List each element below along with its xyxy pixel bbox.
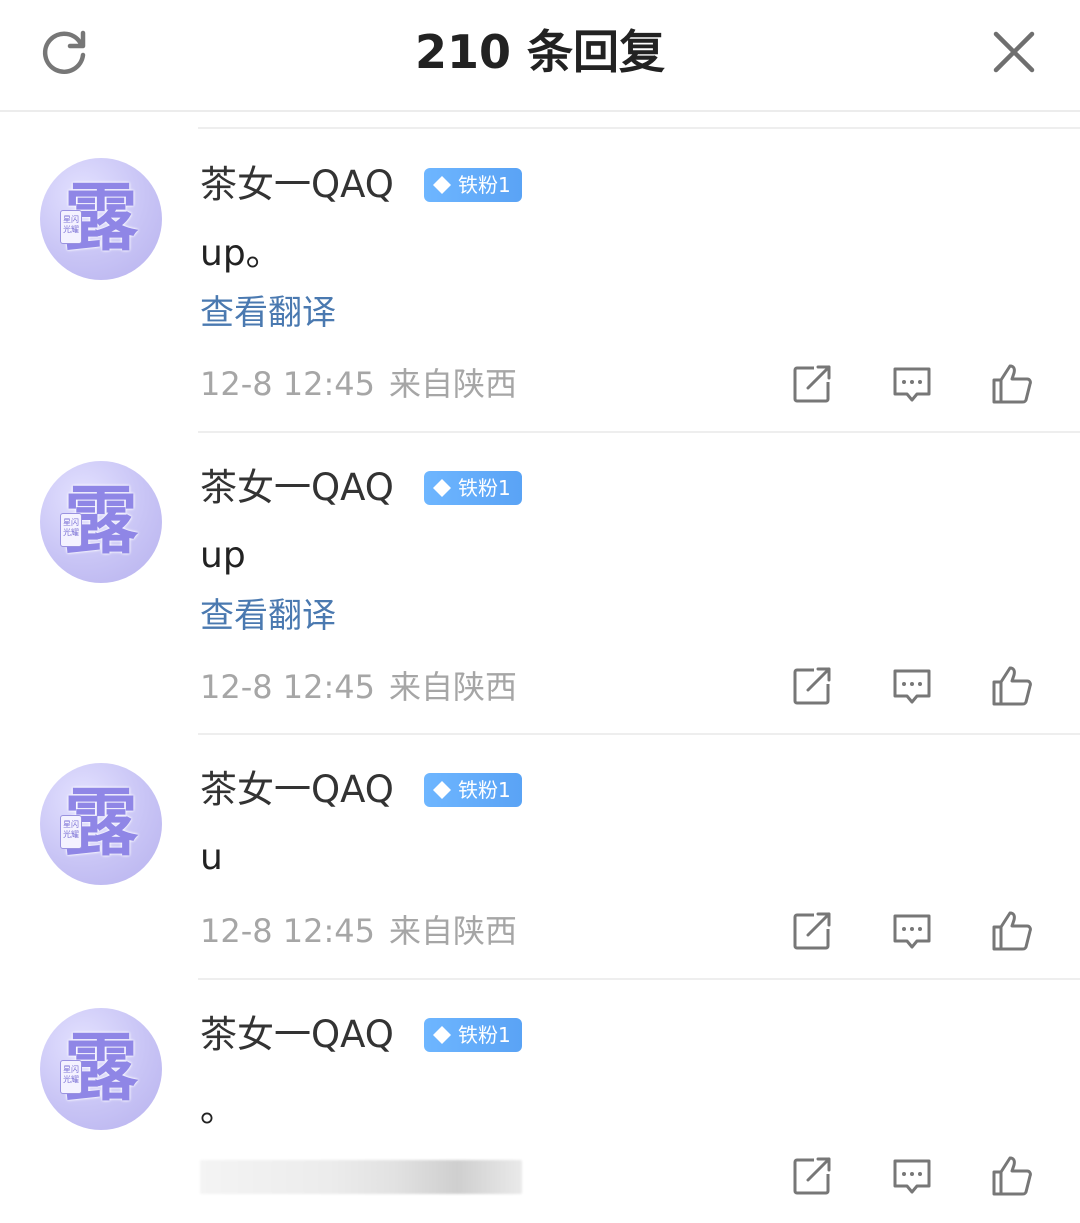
timestamp: 12-8 12:45 — [200, 912, 376, 950]
avatar[interactable]: 露 星闪光耀 — [40, 1008, 162, 1130]
timestamp: 12-8 12:45 — [200, 668, 376, 706]
avatar-tag: 星闪光耀 — [60, 815, 82, 849]
divider — [198, 127, 1080, 129]
close-icon[interactable] — [988, 26, 1040, 78]
comment-icon[interactable] — [890, 909, 934, 953]
diamond-icon — [433, 479, 451, 497]
badge-label: 铁粉1 — [458, 476, 511, 500]
diamond-icon — [433, 1026, 451, 1044]
reply-text: u — [200, 837, 223, 878]
comment-icon[interactable] — [890, 1154, 934, 1198]
thumbs-up-icon[interactable] — [990, 664, 1034, 708]
reply-meta: 12-8 12:45 来自陕西 — [200, 364, 517, 404]
diamond-icon — [433, 176, 451, 194]
view-translation-link[interactable]: 查看翻译 — [200, 595, 336, 637]
location: 来自陕西 — [389, 668, 518, 706]
thumbs-up-icon[interactable] — [990, 1154, 1034, 1198]
divider — [198, 431, 1080, 433]
comment-icon[interactable] — [890, 664, 934, 708]
avatar-tag: 星闪光耀 — [60, 513, 82, 547]
comment-icon[interactable] — [890, 362, 934, 406]
fan-badge[interactable]: 铁粉1 — [424, 168, 522, 202]
avatar[interactable]: 露 星闪光耀 — [40, 158, 162, 280]
badge-label: 铁粉1 — [458, 778, 511, 802]
share-icon[interactable] — [790, 1154, 834, 1198]
avatar-tag: 星闪光耀 — [60, 210, 82, 244]
username[interactable]: 茶女一QAQ — [200, 162, 394, 208]
reply-meta-redacted — [200, 1160, 522, 1194]
thumbs-up-icon[interactable] — [990, 909, 1034, 953]
divider — [198, 733, 1080, 735]
timestamp: 12-8 12:45 — [200, 365, 376, 403]
share-icon[interactable] — [790, 362, 834, 406]
avatar[interactable]: 露 星闪光耀 — [40, 461, 162, 583]
fan-badge[interactable]: 铁粉1 — [424, 1018, 522, 1052]
avatar[interactable]: 露 星闪光耀 — [40, 763, 162, 885]
reply-text: up。 — [200, 233, 282, 274]
fan-badge[interactable]: 铁粉1 — [424, 773, 522, 807]
location: 来自陕西 — [389, 912, 518, 950]
share-icon[interactable] — [790, 664, 834, 708]
username[interactable]: 茶女一QAQ — [200, 767, 394, 813]
fan-badge[interactable]: 铁粉1 — [424, 471, 522, 505]
reply-meta: 12-8 12:45 来自陕西 — [200, 667, 517, 707]
thumbs-up-icon[interactable] — [990, 362, 1034, 406]
badge-label: 铁粉1 — [458, 1023, 511, 1047]
divider — [198, 978, 1080, 980]
diamond-icon — [433, 781, 451, 799]
username[interactable]: 茶女一QAQ — [200, 465, 394, 511]
reply-meta: 12-8 12:45 来自陕西 — [200, 911, 517, 951]
location: 来自陕西 — [389, 365, 518, 403]
view-translation-link[interactable]: 查看翻译 — [200, 292, 336, 334]
username[interactable]: 茶女一QAQ — [200, 1012, 394, 1058]
reply-text: up — [200, 535, 246, 576]
badge-label: 铁粉1 — [458, 173, 511, 197]
reply-count-title: 210 条回复 — [414, 25, 666, 79]
share-icon[interactable] — [790, 909, 834, 953]
reply-text: 。 — [200, 1089, 237, 1130]
replies-sheet: 210 条回复 露 星闪光耀 茶女一QAQ 铁粉1 up。 查看翻译 12-8 … — [0, 0, 1080, 1223]
avatar-tag: 星闪光耀 — [60, 1060, 82, 1094]
sheet-header: 210 条回复 — [0, 0, 1080, 112]
